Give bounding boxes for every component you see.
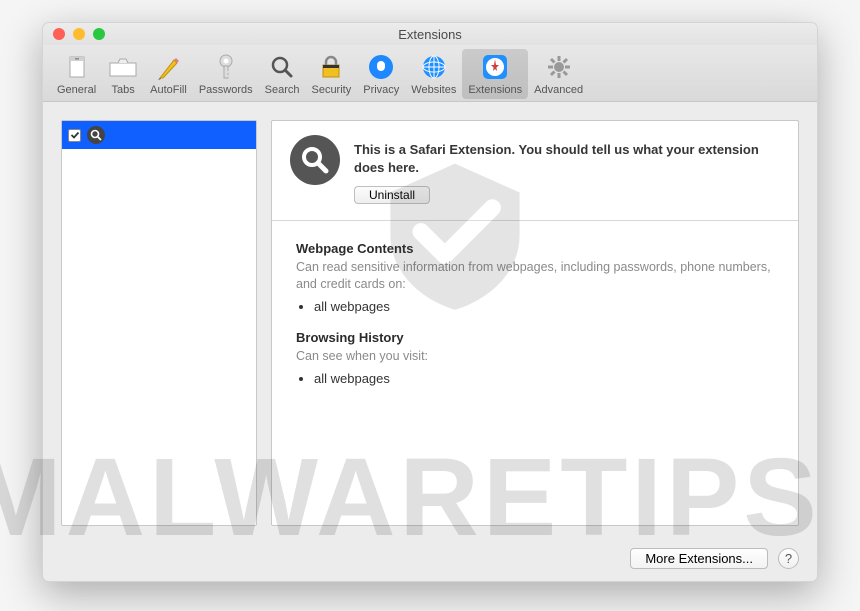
websites-icon bbox=[419, 52, 449, 82]
extension-header: This is a Safari Extension. You should t… bbox=[272, 121, 798, 221]
minimize-button[interactable] bbox=[73, 28, 85, 40]
general-icon bbox=[62, 52, 92, 82]
more-extensions-button[interactable]: More Extensions... bbox=[630, 548, 768, 569]
permission-title: Webpage Contents bbox=[296, 241, 774, 256]
footer: More Extensions... ? bbox=[43, 538, 817, 581]
window-controls bbox=[53, 28, 105, 40]
search-icon bbox=[87, 126, 105, 144]
extensions-sidebar bbox=[61, 120, 257, 526]
tab-search[interactable]: Search bbox=[259, 49, 306, 99]
tab-extensions[interactable]: Extensions bbox=[462, 49, 528, 99]
tab-security[interactable]: Security bbox=[305, 49, 357, 99]
permission-block: Webpage Contents Can read sensitive info… bbox=[296, 241, 774, 314]
autofill-icon bbox=[153, 52, 183, 82]
close-button[interactable] bbox=[53, 28, 65, 40]
privacy-icon bbox=[366, 52, 396, 82]
tab-websites[interactable]: Websites bbox=[405, 49, 462, 99]
tab-tabs[interactable]: Tabs bbox=[102, 49, 144, 99]
tab-autofill[interactable]: AutoFill bbox=[144, 49, 193, 99]
permission-block: Browsing History Can see when you visit:… bbox=[296, 330, 774, 386]
extension-description: This is a Safari Extension. You should t… bbox=[354, 141, 780, 176]
permission-title: Browsing History bbox=[296, 330, 774, 345]
permission-list-item: all webpages bbox=[314, 299, 774, 314]
titlebar: Extensions bbox=[43, 23, 817, 45]
preferences-window: Extensions General Tabs AutoFill Passwor… bbox=[42, 22, 818, 582]
tab-advanced[interactable]: Advanced bbox=[528, 49, 589, 99]
security-icon bbox=[316, 52, 346, 82]
tab-general[interactable]: General bbox=[51, 49, 102, 99]
window-title: Extensions bbox=[398, 27, 462, 42]
permission-list: all webpages bbox=[314, 299, 774, 314]
permission-description: Can read sensitive information from webp… bbox=[296, 259, 774, 293]
permission-list: all webpages bbox=[314, 371, 774, 386]
extension-enable-checkbox[interactable] bbox=[68, 129, 81, 142]
preferences-toolbar: General Tabs AutoFill Passwords Search bbox=[43, 45, 817, 102]
content-area: This is a Safari Extension. You should t… bbox=[43, 102, 817, 538]
permission-list-item: all webpages bbox=[314, 371, 774, 386]
tab-privacy[interactable]: Privacy bbox=[357, 49, 405, 99]
permissions-section: Webpage Contents Can read sensitive info… bbox=[272, 221, 798, 422]
search-icon bbox=[267, 52, 297, 82]
search-icon bbox=[290, 135, 340, 185]
tab-passwords[interactable]: Passwords bbox=[193, 49, 259, 99]
tabs-icon bbox=[108, 52, 138, 82]
advanced-icon bbox=[544, 52, 574, 82]
passwords-icon bbox=[211, 52, 241, 82]
maximize-button[interactable] bbox=[93, 28, 105, 40]
permission-description: Can see when you visit: bbox=[296, 348, 774, 365]
uninstall-button[interactable]: Uninstall bbox=[354, 186, 430, 204]
extension-info: This is a Safari Extension. You should t… bbox=[354, 135, 780, 204]
help-button[interactable]: ? bbox=[778, 548, 799, 569]
extensions-icon bbox=[480, 52, 510, 82]
extension-detail-panel: This is a Safari Extension. You should t… bbox=[271, 120, 799, 526]
extension-list-item[interactable] bbox=[62, 121, 256, 149]
